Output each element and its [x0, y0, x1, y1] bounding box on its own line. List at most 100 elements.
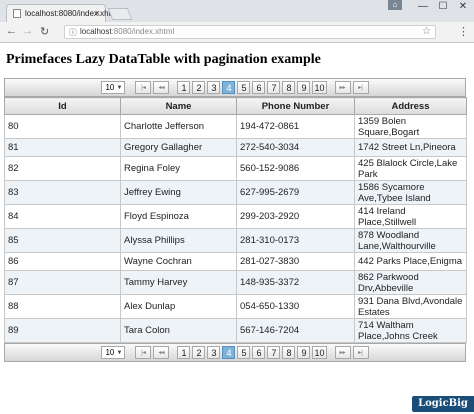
- page-button-5[interactable]: 5: [237, 346, 251, 359]
- column-header-id[interactable]: Id: [4, 97, 121, 115]
- next-page-button[interactable]: ▸▸: [334, 346, 351, 359]
- cell-phone: 560-152-9086: [236, 156, 355, 181]
- prev-page-button[interactable]: ◂◂: [153, 346, 170, 359]
- page-button-8[interactable]: 8: [282, 346, 296, 359]
- column-header-address[interactable]: Address: [354, 97, 467, 115]
- close-tab-icon[interactable]: ×: [95, 8, 100, 18]
- table-row[interactable]: 88 Alex Dunlap 054-650-1330 931 Dana Blv…: [4, 294, 467, 319]
- cell-address: 1586 Sycamore Ave,Tybee Island: [354, 180, 467, 205]
- cell-name: Floyd Espinoza: [120, 204, 237, 229]
- table-row[interactable]: 86 Wayne Cochran 281-027-3830 442 Parks …: [4, 252, 467, 271]
- new-tab-button[interactable]: [107, 8, 133, 20]
- rows-per-page-value: 10: [105, 348, 115, 357]
- cell-address: 862 Parkwood Drv,Abbeville: [354, 270, 467, 295]
- table-row[interactable]: 83 Jeffrey Ewing 627-995-2679 1586 Sycam…: [4, 180, 467, 205]
- cell-id: 89: [4, 318, 121, 343]
- close-window-button[interactable]: ✕: [452, 0, 474, 14]
- cell-id: 87: [4, 270, 121, 295]
- page-button-2[interactable]: 2: [192, 81, 206, 94]
- cell-phone: 148-935-3372: [236, 270, 355, 295]
- page-title: Primefaces Lazy DataTable with paginatio…: [6, 52, 321, 67]
- last-page-button[interactable]: ▸|: [352, 81, 369, 94]
- table-row[interactable]: 85 Alyssa Phillips 281-310-0173 878 Wood…: [4, 228, 467, 253]
- page-button-9[interactable]: 9: [297, 81, 311, 94]
- rows-per-page-select[interactable]: 10 ▼: [101, 81, 126, 94]
- column-header-phone[interactable]: Phone Number: [236, 97, 355, 115]
- url-host: localhost: [80, 27, 112, 36]
- cell-phone: 272-540-3034: [236, 138, 355, 157]
- page-button-5[interactable]: 5: [237, 81, 251, 94]
- cell-id: 85: [4, 228, 121, 253]
- page-button-3[interactable]: 3: [207, 346, 221, 359]
- browser-tab[interactable]: localhost:8080/index.xhtml ×: [6, 4, 119, 22]
- cell-id: 86: [4, 252, 121, 271]
- column-header-name[interactable]: Name: [120, 97, 237, 115]
- next-page-button[interactable]: ▸▸: [334, 81, 351, 94]
- first-page-button[interactable]: |◂: [135, 81, 152, 94]
- prev-page-button[interactable]: ◂◂: [153, 81, 170, 94]
- page-button-4[interactable]: 4: [222, 346, 236, 359]
- cell-name: Jeffrey Ewing: [120, 180, 237, 205]
- table-row[interactable]: 89 Tara Colon 567-146-7204 714 Waltham P…: [4, 318, 467, 343]
- table-row[interactable]: 82 Regina Foley 560-152-9086 425 Blalock…: [4, 156, 467, 181]
- cell-name: Tammy Harvey: [120, 270, 237, 295]
- page-button-6[interactable]: 6: [252, 346, 266, 359]
- page-button-9[interactable]: 9: [297, 346, 311, 359]
- info-icon[interactable]: ⓘ: [69, 27, 77, 38]
- table-row[interactable]: 84 Floyd Espinoza 299-203-2920 414 Irela…: [4, 204, 467, 229]
- page-button-4[interactable]: 4: [222, 81, 236, 94]
- cell-name: Regina Foley: [120, 156, 237, 181]
- cell-address: 714 Waltham Place,Johns Creek: [354, 318, 467, 343]
- last-page-button[interactable]: ▸|: [352, 346, 369, 359]
- page-button-1[interactable]: 1: [177, 346, 191, 359]
- cell-name: Tara Colon: [120, 318, 237, 343]
- menu-icon[interactable]: ⋮: [458, 25, 469, 38]
- url-input[interactable]: ⓘ localhost:8080/index.xhtml ☆: [64, 25, 436, 39]
- back-icon[interactable]: ←: [6, 25, 17, 37]
- page-button-8[interactable]: 8: [282, 81, 296, 94]
- results-table: Id Name Phone Number Address 80 Charlott…: [4, 97, 467, 343]
- reload-icon[interactable]: ↻: [40, 25, 49, 38]
- address-bar: ← → ↻ ⓘ localhost:8080/index.xhtml ☆ ⋮: [0, 22, 474, 43]
- maximize-button[interactable]: ☐: [432, 0, 454, 14]
- top-paginator: 10 ▼ |◂ ◂◂ 1 2 3 4 5 6 7 8 9 10 ▸▸ ▸|: [4, 78, 466, 97]
- cell-address: 442 Parks Place,Enigma: [354, 252, 467, 271]
- cell-name: Alex Dunlap: [120, 294, 237, 319]
- chevron-down-icon: ▼: [116, 85, 123, 91]
- page-button-6[interactable]: 6: [252, 81, 266, 94]
- cell-address: 425 Blalock Circle,Lake Park: [354, 156, 467, 181]
- page-button-2[interactable]: 2: [192, 346, 206, 359]
- cell-id: 80: [4, 114, 121, 139]
- profile-icon[interactable]: ⌂: [388, 0, 402, 10]
- minimize-button[interactable]: —: [412, 0, 434, 14]
- page-button-1[interactable]: 1: [177, 81, 191, 94]
- data-table: 10 ▼ |◂ ◂◂ 1 2 3 4 5 6 7 8 9 10 ▸▸ ▸| Id …: [4, 78, 467, 362]
- table-row[interactable]: 80 Charlotte Jefferson 194-472-0861 1359…: [4, 114, 467, 139]
- cell-name: Charlotte Jefferson: [120, 114, 237, 139]
- page-button-7[interactable]: 7: [267, 346, 281, 359]
- page-button-3[interactable]: 3: [207, 81, 221, 94]
- cell-id: 84: [4, 204, 121, 229]
- forward-icon[interactable]: →: [22, 25, 33, 37]
- cell-name: Alyssa Phillips: [120, 228, 237, 253]
- cell-phone: 567-146-7204: [236, 318, 355, 343]
- cell-phone: 054-650-1330: [236, 294, 355, 319]
- cell-id: 82: [4, 156, 121, 181]
- page-button-10[interactable]: 10: [312, 81, 327, 94]
- bookmark-star-icon[interactable]: ☆: [422, 26, 431, 37]
- bottom-paginator: 10 ▼ |◂ ◂◂ 1 2 3 4 5 6 7 8 9 10 ▸▸ ▸|: [4, 343, 466, 362]
- cell-id: 83: [4, 180, 121, 205]
- cell-address: 878 Woodland Lane,Walthourville: [354, 228, 467, 253]
- chevron-down-icon: ▼: [116, 350, 123, 356]
- logicbig-logo: LogicBig: [412, 396, 474, 412]
- page-button-7[interactable]: 7: [267, 81, 281, 94]
- cell-address: 414 Ireland Place,Stillwell: [354, 204, 467, 229]
- cell-name: Wayne Cochran: [120, 252, 237, 271]
- page-button-10[interactable]: 10: [312, 346, 327, 359]
- first-page-button[interactable]: |◂: [135, 346, 152, 359]
- table-row[interactable]: 87 Tammy Harvey 148-935-3372 862 Parkwoo…: [4, 270, 467, 295]
- cell-phone: 281-310-0173: [236, 228, 355, 253]
- table-row[interactable]: 81 Gregory Gallagher 272-540-3034 1742 S…: [4, 138, 467, 157]
- rows-per-page-select[interactable]: 10 ▼: [101, 346, 126, 359]
- cell-address: 1359 Bolen Square,Bogart: [354, 114, 467, 139]
